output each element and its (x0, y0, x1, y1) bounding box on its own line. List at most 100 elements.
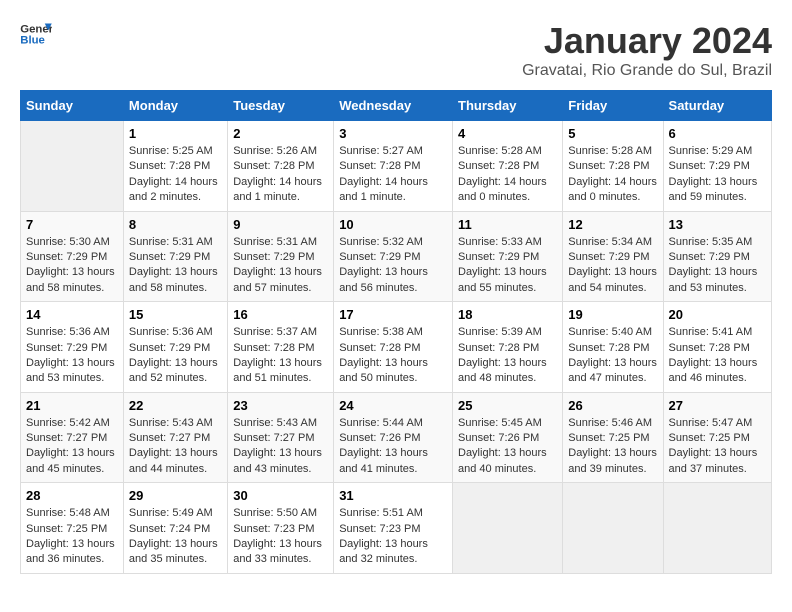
calendar-cell: 9Sunrise: 5:31 AM Sunset: 7:29 PM Daylig… (228, 211, 334, 302)
day-number: 21 (26, 398, 118, 413)
cell-info: Sunrise: 5:39 AM Sunset: 7:28 PM Dayligh… (458, 325, 557, 387)
cell-info: Sunrise: 5:40 AM Sunset: 7:28 PM Dayligh… (568, 325, 657, 387)
calendar-cell: 24 Sunrise: 5:44 AM Sunset: 7:26 PM Dayli… (334, 392, 453, 483)
day-number: 17 (339, 307, 447, 322)
day-number: 26 (568, 398, 657, 413)
weekday-header: Tuesday (228, 91, 334, 121)
cell-info: Sunrise: 5:35 AM Sunset: 7:29 PM Dayligh… (669, 235, 766, 297)
calendar-cell: 18 Sunrise: 5:39 AM Sunset: 7:28 PM Dayli… (453, 302, 563, 393)
day-number: 5 (568, 126, 657, 141)
day-number: 2 (233, 126, 328, 141)
calendar-cell: 16 Sunrise: 5:37 AM Sunset: 7:28 PM Dayli… (228, 302, 334, 393)
calendar-cell: 6 Sunrise: 5:29 AM Sunset: 7:29 PM Daylig… (663, 121, 771, 212)
calendar-cell: 31Sunrise: 5:51 AM Sunset: 7:23 PM Dayli… (334, 483, 453, 574)
calendar-cell: 10 Sunrise: 5:32 AM Sunset: 7:29 PM Dayli… (334, 211, 453, 302)
calendar-cell: 11 Sunrise: 5:33 AM Sunset: 7:29 PM Dayli… (453, 211, 563, 302)
day-number: 23 (233, 398, 328, 413)
cell-info: Sunrise: 5:48 AM Sunset: 7:25 PM Dayligh… (26, 506, 118, 568)
cell-info: Sunrise: 5:31 AM Sunset: 7:29 PM Dayligh… (129, 235, 222, 297)
calendar-cell: 5 Sunrise: 5:28 AM Sunset: 7:28 PM Daylig… (563, 121, 663, 212)
calendar-cell: 21 Sunrise: 5:42 AM Sunset: 7:27 PM Dayli… (21, 392, 124, 483)
day-number: 4 (458, 126, 557, 141)
cell-info: Sunrise: 5:46 AM Sunset: 7:25 PM Dayligh… (568, 416, 657, 478)
calendar-cell: 26 Sunrise: 5:46 AM Sunset: 7:25 PM Dayli… (563, 392, 663, 483)
calendar-cell: 29Sunrise: 5:49 AM Sunset: 7:24 PM Dayli… (123, 483, 227, 574)
calendar-cell: 1 Sunrise: 5:25 AM Sunset: 7:28 PM Daylig… (123, 121, 227, 212)
weekday-header: Monday (123, 91, 227, 121)
cell-info: Sunrise: 5:36 AM Sunset: 7:29 PM Dayligh… (26, 325, 118, 387)
day-number: 27 (669, 398, 766, 413)
logo: General Blue (20, 20, 52, 48)
day-number: 10 (339, 217, 447, 232)
calendar-cell: 28Sunrise: 5:48 AM Sunset: 7:25 PM Dayli… (21, 483, 124, 574)
day-number: 19 (568, 307, 657, 322)
cell-info: Sunrise: 5:43 AM Sunset: 7:27 PM Dayligh… (129, 416, 222, 478)
day-number: 9 (233, 217, 328, 232)
day-number: 7 (26, 217, 118, 232)
weekday-header-row: SundayMondayTuesdayWednesdayThursdayFrid… (21, 91, 772, 121)
subtitle: Gravatai, Rio Grande do Sul, Brazil (522, 62, 772, 80)
day-number: 24 (339, 398, 447, 413)
cell-info: Sunrise: 5:25 AM Sunset: 7:28 PM Dayligh… (129, 144, 222, 206)
weekday-header: Friday (563, 91, 663, 121)
logo-icon: General Blue (20, 20, 52, 48)
svg-text:Blue: Blue (20, 35, 45, 47)
cell-info: Sunrise: 5:26 AM Sunset: 7:28 PM Dayligh… (233, 144, 328, 206)
calendar-cell (563, 483, 663, 574)
calendar-cell (453, 483, 563, 574)
calendar-week-row: 1 Sunrise: 5:25 AM Sunset: 7:28 PM Daylig… (21, 121, 772, 212)
cell-info: Sunrise: 5:36 AM Sunset: 7:29 PM Dayligh… (129, 325, 222, 387)
calendar-cell: 30 Sunrise: 5:50 AM Sunset: 7:23 PM Dayli… (228, 483, 334, 574)
day-number: 12 (568, 217, 657, 232)
calendar-cell: 23Sunrise: 5:43 AM Sunset: 7:27 PM Dayli… (228, 392, 334, 483)
calendar-cell: 25Sunrise: 5:45 AM Sunset: 7:26 PM Dayli… (453, 392, 563, 483)
cell-info: Sunrise: 5:30 AM Sunset: 7:29 PM Dayligh… (26, 235, 118, 297)
cell-info: Sunrise: 5:37 AM Sunset: 7:28 PM Dayligh… (233, 325, 328, 387)
day-number: 8 (129, 217, 222, 232)
calendar-week-row: 28Sunrise: 5:48 AM Sunset: 7:25 PM Dayli… (21, 483, 772, 574)
cell-info: Sunrise: 5:29 AM Sunset: 7:29 PM Dayligh… (669, 144, 766, 206)
calendar-cell: 17 Sunrise: 5:38 AM Sunset: 7:28 PM Dayli… (334, 302, 453, 393)
main-title: January 2024 (522, 20, 772, 62)
calendar-week-row: 14Sunrise: 5:36 AM Sunset: 7:29 PM Dayli… (21, 302, 772, 393)
cell-info: Sunrise: 5:33 AM Sunset: 7:29 PM Dayligh… (458, 235, 557, 297)
calendar-cell: 4 Sunrise: 5:28 AM Sunset: 7:28 PM Daylig… (453, 121, 563, 212)
weekday-header: Thursday (453, 91, 563, 121)
weekday-header: Sunday (21, 91, 124, 121)
day-number: 6 (669, 126, 766, 141)
day-number: 18 (458, 307, 557, 322)
title-section: January 2024 Gravatai, Rio Grande do Sul… (522, 20, 772, 80)
cell-info: Sunrise: 5:32 AM Sunset: 7:29 PM Dayligh… (339, 235, 447, 297)
calendar-cell: 8 Sunrise: 5:31 AM Sunset: 7:29 PM Daylig… (123, 211, 227, 302)
cell-info: Sunrise: 5:34 AM Sunset: 7:29 PM Dayligh… (568, 235, 657, 297)
calendar-cell: 7 Sunrise: 5:30 AM Sunset: 7:29 PM Daylig… (21, 211, 124, 302)
cell-info: Sunrise: 5:47 AM Sunset: 7:25 PM Dayligh… (669, 416, 766, 478)
day-number: 3 (339, 126, 447, 141)
day-number: 20 (669, 307, 766, 322)
day-number: 31 (339, 488, 447, 503)
day-number: 11 (458, 217, 557, 232)
day-number: 15 (129, 307, 222, 322)
day-number: 16 (233, 307, 328, 322)
cell-info: Sunrise: 5:50 AM Sunset: 7:23 PM Dayligh… (233, 506, 328, 568)
weekday-header: Wednesday (334, 91, 453, 121)
weekday-header: Saturday (663, 91, 771, 121)
calendar-cell (663, 483, 771, 574)
cell-info: Sunrise: 5:49 AM Sunset: 7:24 PM Dayligh… (129, 506, 222, 568)
day-number: 1 (129, 126, 222, 141)
calendar-week-row: 7 Sunrise: 5:30 AM Sunset: 7:29 PM Daylig… (21, 211, 772, 302)
cell-info: Sunrise: 5:28 AM Sunset: 7:28 PM Dayligh… (568, 144, 657, 206)
day-number: 25 (458, 398, 557, 413)
cell-info: Sunrise: 5:28 AM Sunset: 7:28 PM Dayligh… (458, 144, 557, 206)
cell-info: Sunrise: 5:44 AM Sunset: 7:26 PM Dayligh… (339, 416, 447, 478)
cell-info: Sunrise: 5:42 AM Sunset: 7:27 PM Dayligh… (26, 416, 118, 478)
calendar-cell: 22 Sunrise: 5:43 AM Sunset: 7:27 PM Dayli… (123, 392, 227, 483)
cell-info: Sunrise: 5:38 AM Sunset: 7:28 PM Dayligh… (339, 325, 447, 387)
cell-info: Sunrise: 5:27 AM Sunset: 7:28 PM Dayligh… (339, 144, 447, 206)
calendar-cell: 3 Sunrise: 5:27 AM Sunset: 7:28 PM Daylig… (334, 121, 453, 212)
calendar-cell: 13 Sunrise: 5:35 AM Sunset: 7:29 PM Dayli… (663, 211, 771, 302)
day-number: 30 (233, 488, 328, 503)
day-number: 22 (129, 398, 222, 413)
calendar-cell: 15 Sunrise: 5:36 AM Sunset: 7:29 PM Dayli… (123, 302, 227, 393)
day-number: 13 (669, 217, 766, 232)
